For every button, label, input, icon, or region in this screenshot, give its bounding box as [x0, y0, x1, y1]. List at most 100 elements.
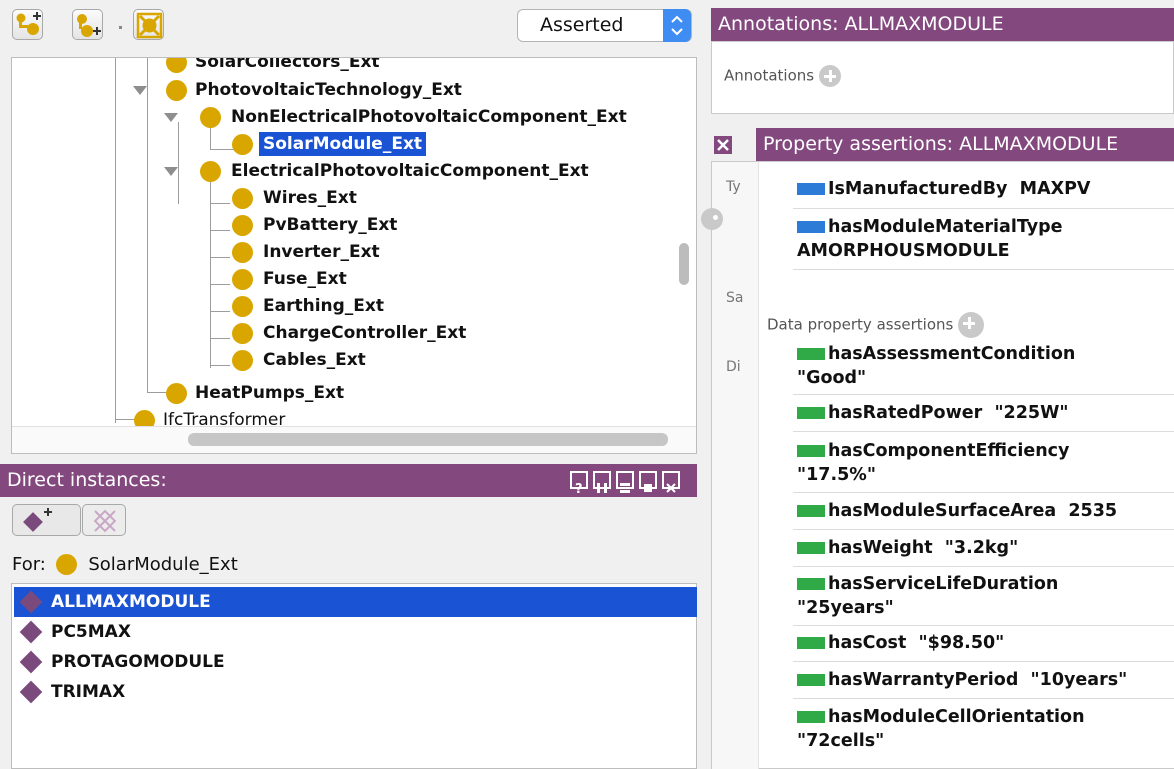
vertical-scrollbar-thumb[interactable] [679, 243, 689, 285]
data-property-icon [797, 542, 825, 554]
class-icon [232, 296, 253, 317]
tree-node[interactable]: Cables_Ext [232, 348, 366, 372]
property-name: hasWeight [828, 538, 933, 558]
row-separator [793, 269, 1174, 270]
property-value: AMORPHOUSMODULE [797, 241, 1010, 261]
add-data-property-icon[interactable] [958, 312, 985, 338]
instance-item-selected[interactable]: ALLMAXMODULE [14, 587, 697, 617]
tree-node[interactable]: ElectricalPhotovoltaicComponent_Ext [200, 159, 589, 183]
instance-label: PC5MAX [51, 622, 131, 642]
expand-toggle-icon[interactable] [164, 113, 178, 122]
add-icon[interactable] [701, 208, 723, 230]
property-value: "10years" [1030, 670, 1128, 690]
tree-node[interactable]: PhotovoltaicTechnology_Ext [166, 78, 462, 102]
individual-icon [19, 590, 43, 614]
annotations-header: Annotations: ALLMAXMODULE [711, 8, 1174, 41]
add-subclass-icon[interactable] [12, 9, 43, 40]
property-value-line: AMORPHOUSMODULE [797, 240, 1010, 262]
split-vertical-icon[interactable] [593, 471, 611, 493]
property-name: hasCost [828, 633, 907, 653]
tab-same-as[interactable]: Sa [726, 290, 743, 306]
add-individual-icon[interactable] [12, 504, 81, 536]
data-property-row[interactable]: hasModuleSurfaceArea 2535 [797, 500, 1117, 522]
hierarchy-mode-select[interactable]: Asserted [517, 9, 692, 42]
property-name: hasRatedPower [828, 403, 983, 423]
row-separator [793, 394, 1174, 395]
tree-node[interactable]: Earthing_Ext [232, 294, 384, 318]
object-property-row[interactable]: IsManufacturedBy MAXPV [797, 178, 1090, 200]
class-icon [200, 161, 221, 182]
horizontal-scrollbar-thumb[interactable] [188, 433, 668, 446]
direct-instances-title: Direct instances: [7, 469, 167, 491]
instances-for-row: For: SolarModule_Ext [12, 552, 238, 577]
class-icon [55, 554, 77, 575]
tree-node-label: ElectricalPhotovoltaicComponent_Ext [231, 161, 589, 181]
data-property-icon [797, 578, 825, 590]
help-icon[interactable]: ? [570, 471, 588, 497]
data-property-row[interactable]: hasRatedPower "225W" [797, 402, 1069, 424]
split-horizontal-icon[interactable] [616, 471, 634, 493]
tree-node[interactable]: SolarCollectors_Ext [166, 58, 380, 74]
data-property-icon [797, 407, 825, 419]
tree-node-label: SolarModule_Ext [259, 132, 427, 156]
tree-node[interactable]: NonElectricalPhotovoltaicComponent_Ext [200, 105, 627, 129]
tree-node-label: NonElectricalPhotovoltaicComponent_Ext [231, 107, 627, 127]
property-value: "72cells" [797, 731, 885, 751]
property-value-line: "72cells" [797, 730, 884, 752]
instances-list[interactable]: ALLMAXMODULE PC5MAX PROTAGOMODULE TRIMAX [11, 583, 697, 769]
tab-types[interactable]: Ty [726, 179, 741, 195]
tree-node[interactable]: PvBattery_Ext [232, 213, 397, 237]
object-property-row[interactable]: hasModuleMaterialType [797, 216, 1063, 238]
tree-node-selected[interactable]: SolarModule_Ext [232, 132, 427, 156]
delete-individual-icon[interactable] [82, 504, 126, 536]
data-property-row[interactable]: hasComponentEfficiency [797, 440, 1069, 462]
class-hierarchy-tree[interactable]: SolarCollectors_Ext PhotovoltaicTechnolo… [11, 57, 697, 454]
class-icon [232, 323, 253, 344]
data-property-icon [797, 711, 825, 723]
property-name: hasAssessmentCondition [828, 344, 1076, 364]
row-separator [793, 625, 1174, 626]
data-property-row[interactable]: hasModuleCellOrientation [797, 706, 1085, 728]
tree-node[interactable]: Fuse_Ext [232, 267, 347, 291]
add-annotation-icon[interactable] [818, 65, 841, 87]
instance-item[interactable]: PC5MAX [14, 617, 697, 647]
row-separator [793, 208, 1174, 209]
row-separator [793, 431, 1174, 432]
data-property-row[interactable]: hasCost "$98.50" [797, 632, 1004, 654]
horizontal-scrollbar[interactable] [12, 426, 696, 453]
maximize-icon[interactable] [639, 471, 657, 492]
row-separator [793, 661, 1174, 662]
instance-item[interactable]: PROTAGOMODULE [14, 647, 697, 677]
add-sibling-class-icon[interactable] [72, 9, 103, 40]
data-property-row[interactable]: hasWarrantyPeriod "10years" [797, 669, 1127, 691]
expand-toggle-icon[interactable] [133, 86, 147, 95]
data-property-assertions-row: Data property assertions [767, 312, 985, 338]
collapsed-pane-close[interactable] [711, 128, 751, 161]
property-value: "17.5%" [797, 465, 876, 485]
instance-label: TRIMAX [51, 682, 126, 702]
tree-node[interactable]: Inverter_Ext [232, 240, 380, 264]
property-value-line: "Good" [797, 367, 866, 389]
tree-node-label: PhotovoltaicTechnology_Ext [195, 80, 462, 100]
tree-node-label: Cables_Ext [263, 350, 366, 370]
expand-toggle-icon[interactable] [164, 167, 178, 176]
close-icon[interactable] [662, 471, 680, 493]
tree-node-label: Earthing_Ext [263, 296, 385, 316]
tab-different[interactable]: Di [726, 359, 741, 375]
close-icon [714, 136, 732, 154]
tree-node[interactable]: ChargeController_Ext [232, 321, 466, 345]
tree-node[interactable]: HeatPumps_Ext [166, 381, 344, 405]
instance-item[interactable]: TRIMAX [14, 677, 697, 707]
data-property-row[interactable]: hasWeight "3.2kg" [797, 537, 1018, 559]
data-property-row[interactable]: hasServiceLifeDuration [797, 573, 1058, 595]
property-assertions-title: Property assertions: ALLMAXMODULE [763, 133, 1119, 155]
svg-text:?: ? [575, 482, 583, 495]
row-separator [793, 698, 1174, 699]
delete-class-icon[interactable] [133, 9, 164, 40]
tree-node[interactable]: Wires_Ext [232, 186, 357, 210]
property-name: hasServiceLifeDuration [828, 574, 1059, 594]
property-value: MAXPV [1019, 179, 1091, 199]
data-property-row[interactable]: hasAssessmentCondition [797, 343, 1075, 365]
property-value: "25years" [797, 598, 894, 618]
class-icon [232, 215, 253, 236]
